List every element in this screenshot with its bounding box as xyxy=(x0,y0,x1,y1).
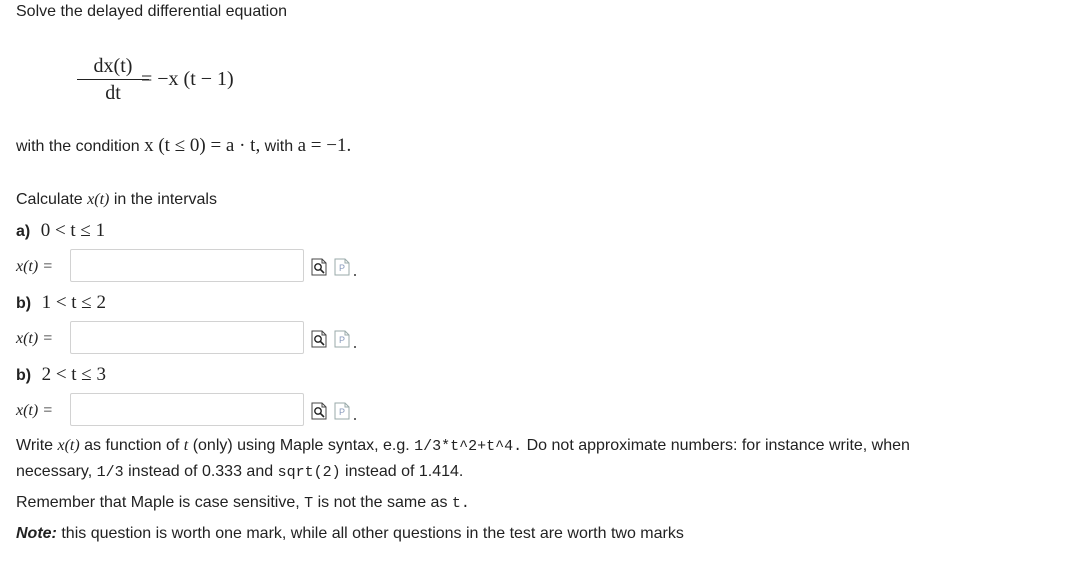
instr-text: as function of xyxy=(84,437,180,454)
svg-text:P: P xyxy=(339,335,345,345)
instr-code: 1/3*t^2+t^4. xyxy=(414,438,523,455)
condition-line: with the condition x (t ≤ 0) = a · t, wi… xyxy=(16,135,351,157)
preview-icon[interactable] xyxy=(311,402,327,420)
calculate-prefix: Calculate xyxy=(16,191,83,208)
preview-icon[interactable] xyxy=(311,330,327,348)
derivative-fraction: dx(t) dt xyxy=(77,55,149,104)
part-label: b) xyxy=(16,295,32,312)
svg-text:P: P xyxy=(339,263,345,273)
fraction-bar xyxy=(77,79,149,80)
answer-input-c[interactable] xyxy=(70,393,304,426)
status-dot xyxy=(354,418,356,420)
instructions-line-2: necessary, 1/3 instead of 0.333 and sqrt… xyxy=(16,463,463,481)
preview-icon[interactable] xyxy=(311,258,327,276)
remember-text: is not the same as xyxy=(317,494,448,511)
instr-text: Do not approximate numbers: for instance… xyxy=(526,437,910,454)
instructions-line-1: Write x(t) as function of t (only) using… xyxy=(16,437,910,455)
remember-code: t. xyxy=(451,495,470,512)
syntax-check-icon[interactable]: P xyxy=(334,402,350,420)
part-interval: 1 < t ≤ 2 xyxy=(41,292,106,313)
calculate-var: x(t) xyxy=(87,191,110,208)
condition-math: x (t ≤ 0) = a · t, xyxy=(144,135,261,156)
status-dot xyxy=(354,274,356,276)
equation-rhs: = −x (t − 1) xyxy=(141,68,234,90)
part-interval: 2 < t ≤ 3 xyxy=(41,364,106,385)
instr-code: 1/3 xyxy=(96,464,124,481)
calculate-suffix: in the intervals xyxy=(113,191,217,208)
part-b-header: b) 1 < t ≤ 2 xyxy=(16,292,106,314)
note-text: this question is worth one mark, while a… xyxy=(61,525,684,542)
instr-var: x(t) xyxy=(57,437,80,454)
status-dot xyxy=(354,346,356,348)
instr-text: necessary, xyxy=(16,463,93,480)
condition-with: with xyxy=(264,138,294,155)
instr-text: instead of 0.333 and xyxy=(128,463,274,480)
part-label: b) xyxy=(16,367,32,384)
part-a-input-label: x(t) = xyxy=(16,258,53,275)
marks-note: Note: this question is worth one mark, w… xyxy=(16,525,684,543)
instr-text: (only) using Maple syntax, e.g. xyxy=(192,437,410,454)
part-c-input-label: x(t) = xyxy=(16,402,53,419)
remember-code: T xyxy=(304,495,314,512)
fraction-numerator: dx(t) xyxy=(93,55,133,77)
instr-code: sqrt(2) xyxy=(277,464,341,481)
instr-text: Write xyxy=(16,437,54,454)
part-label: a) xyxy=(16,223,31,240)
condition-a-value: a = −1. xyxy=(297,135,352,156)
answer-input-a[interactable] xyxy=(70,249,304,282)
question-heading: Solve the delayed differential equation xyxy=(16,3,288,20)
part-interval: 0 < t ≤ 1 xyxy=(40,220,106,241)
fraction-denominator: dt xyxy=(105,82,121,104)
remember-text: Remember that Maple is case sensitive, xyxy=(16,494,300,511)
part-c-header: b) 2 < t ≤ 3 xyxy=(16,364,106,386)
condition-prefix: with the condition xyxy=(16,138,140,155)
syntax-check-icon[interactable]: P xyxy=(334,258,350,276)
calculate-line: Calculate x(t) in the intervals xyxy=(16,191,217,209)
note-label: Note: xyxy=(16,525,57,542)
answer-input-b[interactable] xyxy=(70,321,304,354)
part-a-header: a) 0 < t ≤ 1 xyxy=(16,220,105,242)
case-sensitivity-note: Remember that Maple is case sensitive, T… xyxy=(16,494,470,512)
instr-text: instead of 1.414. xyxy=(345,463,464,480)
instr-var: t xyxy=(183,437,189,454)
svg-text:P: P xyxy=(339,407,345,417)
part-b-input-label: x(t) = xyxy=(16,330,53,347)
syntax-check-icon[interactable]: P xyxy=(334,330,350,348)
